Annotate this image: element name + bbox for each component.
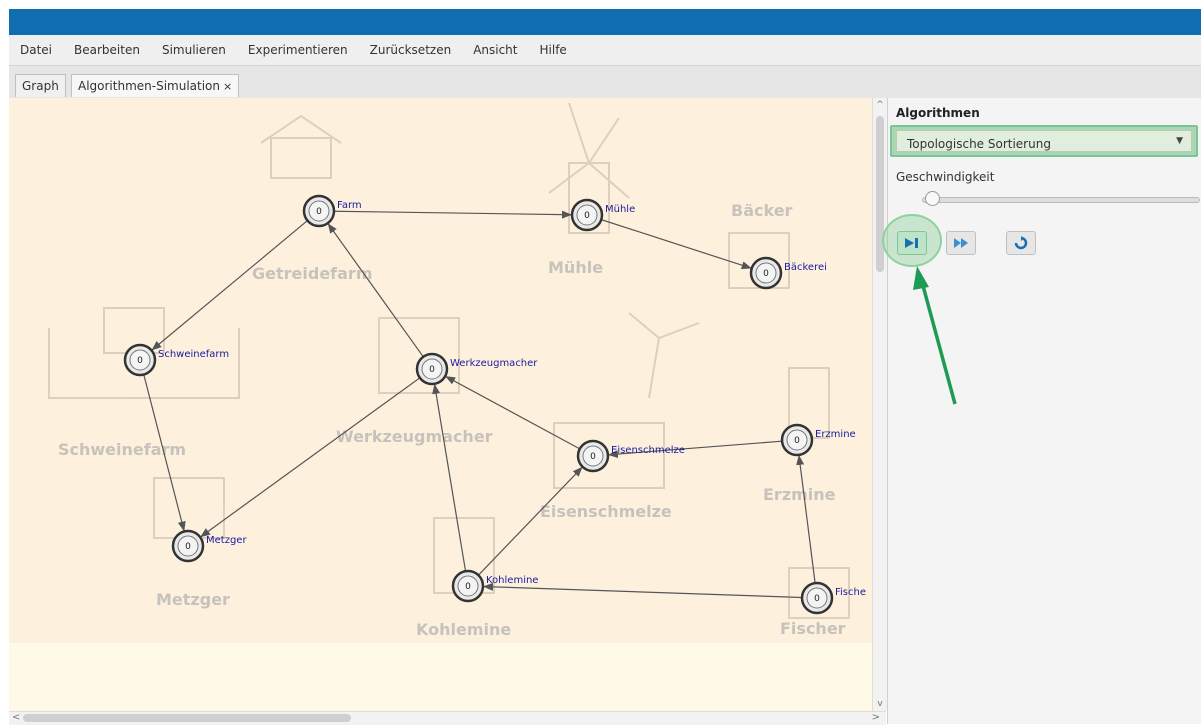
- graph-node-werkzeugmacher[interactable]: 0 Werkzeugmacher: [415, 352, 538, 386]
- graph-node-eisenschmelze[interactable]: 0 Eisenschmelze: [576, 439, 685, 473]
- graph-background-labels: Getreidefarm Mühle Bäcker Schweinefarm W…: [58, 201, 846, 639]
- node-label: Schweinefarm: [158, 349, 229, 360]
- menu-bar: Datei Bearbeiten Simulieren Experimentie…: [9, 35, 1201, 66]
- graph-edge: [432, 383, 467, 572]
- node-value: 0: [763, 269, 769, 279]
- menu-zuruecksetzen[interactable]: Zurücksetzen: [359, 35, 463, 65]
- bg-label-getreidefarm: Getreidefarm: [252, 264, 372, 283]
- tab-graph[interactable]: Graph: [15, 74, 66, 97]
- scroll-left-icon[interactable]: <: [12, 712, 20, 724]
- algorithm-dropdown[interactable]: Topologische Sortierung ▼: [890, 125, 1198, 157]
- chevron-down-icon[interactable]: ▼: [1176, 136, 1183, 146]
- graph-node-schweinefarm[interactable]: 0 Schweinefarm: [123, 343, 229, 377]
- graph-node-muehle[interactable]: 0 Mühle: [570, 198, 635, 232]
- tab-graph-label: Graph: [22, 79, 59, 93]
- graph-svg: Getreidefarm Mühle Bäcker Schweinefarm W…: [48, 102, 866, 639]
- node-label: Mühle: [605, 204, 635, 215]
- algorithm-panel: Algorithmen Topologische Sortierung ▼ Ge…: [882, 98, 1201, 724]
- scroll-right-icon[interactable]: >: [872, 712, 880, 724]
- graph-edge: [327, 223, 424, 358]
- graph-edge: [796, 454, 816, 584]
- reset-button[interactable]: [1006, 231, 1036, 255]
- node-label: Kohlemine: [486, 575, 538, 586]
- node-label: Werkzeugmacher: [450, 358, 538, 369]
- node-value: 0: [137, 356, 143, 366]
- node-value: 0: [794, 436, 800, 446]
- step-button[interactable]: [897, 231, 927, 255]
- graph-node-fischer[interactable]: 0 Fische: [800, 581, 866, 615]
- graph-node-kohlemine[interactable]: 0 Kohlemine: [451, 569, 538, 603]
- tab-bar: Graph Algorithmen-Simulation ×: [9, 66, 1201, 99]
- graph-edge: [482, 582, 803, 599]
- node-value: 0: [584, 211, 590, 221]
- node-value: 0: [316, 207, 322, 217]
- graph-edge: [151, 220, 308, 351]
- node-label: Fische: [835, 587, 866, 598]
- tab-simulation-label: Algorithmen-Simulation: [78, 79, 221, 93]
- menu-simulieren[interactable]: Simulieren: [151, 35, 237, 65]
- horizontal-scrollbar[interactable]: < >: [9, 711, 886, 725]
- bg-label-erzmine: Erzmine: [763, 485, 836, 504]
- menu-experimentieren[interactable]: Experimentieren: [237, 35, 359, 65]
- graph-edge: [200, 377, 421, 538]
- node-label: Eisenschmelze: [611, 445, 685, 456]
- bg-label-eisenschmelze: Eisenschmelze: [540, 502, 672, 521]
- node-value: 0: [814, 594, 820, 604]
- panel-title: Algorithmen: [896, 106, 980, 120]
- tab-algorithmen-simulation[interactable]: Algorithmen-Simulation ×: [71, 74, 240, 97]
- horizontal-scrollbar-thumb[interactable]: [23, 714, 351, 722]
- node-label: Farm: [337, 200, 362, 211]
- speed-label: Geschwindigkeit: [896, 170, 995, 184]
- step-icon: [905, 238, 918, 248]
- node-label: Bäckerei: [784, 262, 827, 273]
- bg-label-baecker: Bäcker: [731, 201, 793, 220]
- close-icon[interactable]: ×: [223, 80, 232, 93]
- bg-label-fischer: Fischer: [780, 619, 846, 638]
- node-value: 0: [429, 365, 435, 375]
- reset-icon: [1014, 236, 1028, 250]
- menu-datei[interactable]: Datei: [9, 35, 63, 65]
- bg-label-metzger: Metzger: [156, 590, 230, 609]
- speed-slider[interactable]: [922, 197, 1200, 203]
- graph-node-metzger[interactable]: 0 Metzger: [171, 529, 247, 563]
- fast-forward-button[interactable]: [946, 231, 976, 255]
- node-label: Erzmine: [815, 429, 856, 440]
- bg-label-kohlemine: Kohlemine: [416, 620, 511, 639]
- scroll-down-icon[interactable]: v: [875, 699, 885, 709]
- node-value: 0: [465, 582, 471, 592]
- bg-label-muehle: Mühle: [548, 258, 603, 277]
- graph-node-erzmine[interactable]: 0 Erzmine: [780, 423, 856, 457]
- graph-canvas[interactable]: Getreidefarm Mühle Bäcker Schweinefarm W…: [9, 98, 872, 711]
- title-bar: [9, 9, 1201, 35]
- node-value: 0: [185, 542, 191, 552]
- algorithm-selected-value: Topologische Sortierung: [907, 137, 1051, 151]
- building-sketches: [48, 102, 850, 619]
- menu-ansicht[interactable]: Ansicht: [462, 35, 528, 65]
- scroll-up-icon[interactable]: ^: [875, 100, 885, 110]
- menu-hilfe[interactable]: Hilfe: [529, 35, 578, 65]
- bg-label-werkzeugmacher: Werkzeugmacher: [336, 427, 493, 446]
- bg-label-schweinefarm: Schweinefarm: [58, 440, 186, 459]
- graph-edge: [333, 210, 573, 219]
- graph-nodes: 0 Farm 0 Mühle 0 Bäckerei 0 Schweinefarm 0 Werkze…: [123, 194, 866, 615]
- menu-bearbeiten[interactable]: Bearbeiten: [63, 35, 151, 65]
- node-label: Metzger: [206, 535, 247, 546]
- fast-forward-icon: [954, 238, 968, 248]
- node-value: 0: [590, 452, 596, 462]
- speed-slider-thumb[interactable]: [925, 191, 940, 206]
- vertical-scrollbar[interactable]: ^ v: [872, 98, 887, 711]
- algorithm-dropdown-box: Topologische Sortierung ▼: [896, 130, 1192, 152]
